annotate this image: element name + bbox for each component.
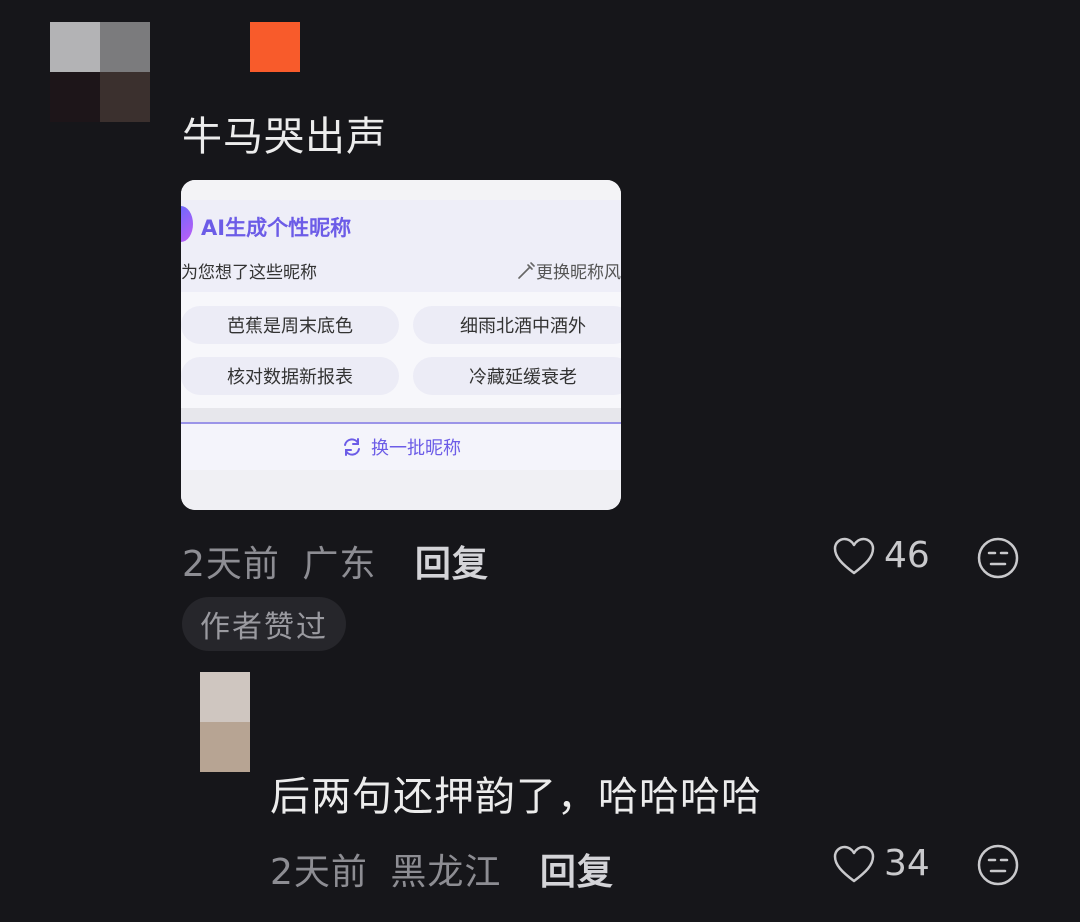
reply-like-button[interactable]: 34 [832,843,930,884]
comment-text: 牛马哭出声 [182,114,387,160]
avatar-pixel [50,22,100,72]
comment-meta: 2天前 广东 回复 [182,535,489,587]
reply-location: 黑龙江 [390,852,502,893]
nickname-option: 核对数据新报表 [181,357,399,395]
card-header-bg [181,180,621,200]
comment-image[interactable]: AI生成个性昵称 为您想了这些昵称 更换昵称风 芭蕉是周末底色 细雨北酒中酒外 … [181,180,621,510]
change-style-link: 更换昵称风 [516,258,621,283]
reply-button[interactable]: 回复 [415,544,489,585]
comment-time: 2天前 [182,544,280,585]
comment-location: 广东 [302,544,377,585]
like-count: 34 [884,843,930,884]
reply-avatar[interactable] [200,672,250,772]
card-title: AI生成个性昵称 [201,216,352,240]
card-subtitle: 为您想了这些昵称 [181,263,317,283]
magic-wand-icon [518,261,535,279]
nickname-option: 冷藏延缓衰老 [413,357,621,395]
heart-icon [833,537,875,574]
reply-text: 后两句还押韵了，哈哈哈哈 [270,774,762,820]
avatar-pixel [200,722,250,772]
avatar-pixel [50,72,100,122]
reply-button[interactable]: 回复 [540,852,614,893]
dislike-face-icon[interactable] [976,843,1020,887]
refresh-label: 换一批昵称 [371,438,461,459]
dislike-face-icon[interactable] [976,536,1020,580]
like-button[interactable]: 46 [832,535,930,576]
card-divider [181,408,621,422]
card-footer [181,470,621,510]
avatar-pixel [100,72,150,122]
change-style-label: 更换昵称风 [536,263,621,283]
reply-meta: 2天前 黑龙江 回复 [270,843,614,895]
reply-time: 2天前 [270,852,368,893]
refresh-nicknames-button: 换一批昵称 [181,422,621,472]
author-liked-badge: 作者赞过 [182,597,346,651]
heart-icon [833,845,875,882]
user-badge [250,22,300,72]
avatar-pixel [200,672,250,722]
refresh-icon [344,438,360,456]
like-count: 46 [884,535,930,576]
nickname-option: 细雨北酒中酒外 [413,306,621,344]
avatar-pixel [100,22,150,72]
avatar[interactable] [50,22,150,122]
nickname-option: 芭蕉是周末底色 [181,306,399,344]
